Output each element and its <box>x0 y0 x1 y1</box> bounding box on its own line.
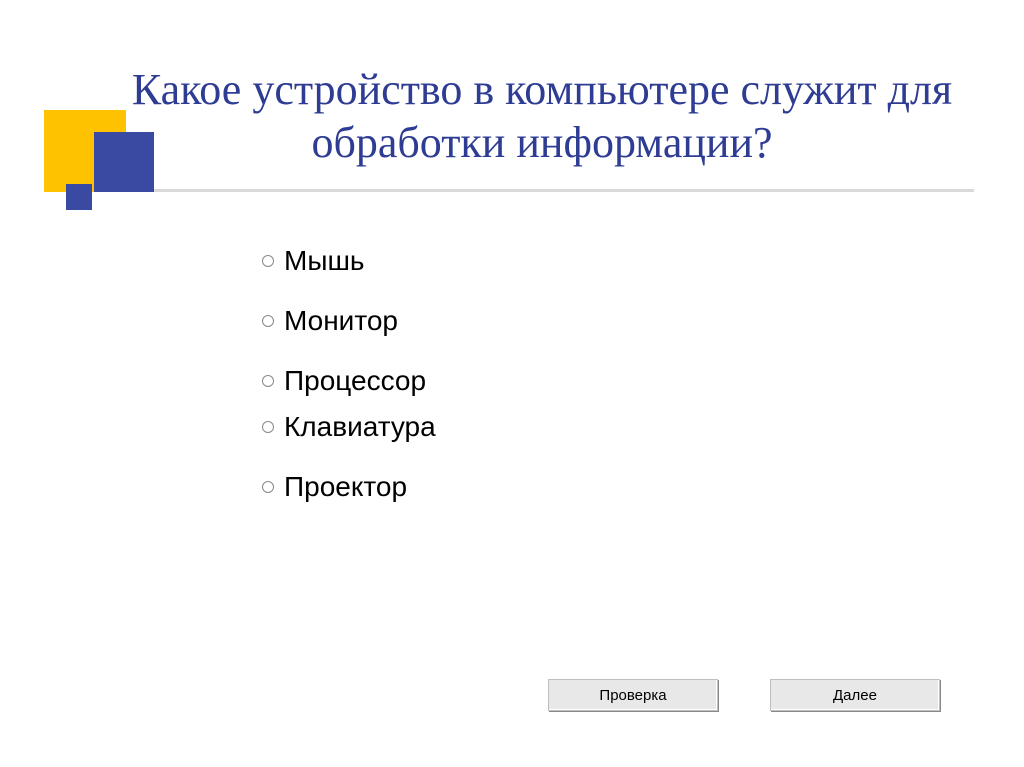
radio-input[interactable] <box>262 421 274 433</box>
radio-input[interactable] <box>262 255 274 267</box>
option-label: Проектор <box>284 471 407 503</box>
option-list: Мышь Монитор Процессор Клавиатура Проект… <box>262 245 762 503</box>
radio-input[interactable] <box>262 375 274 387</box>
slide: Какое устройство в компьютере служит для… <box>0 0 1024 767</box>
option-item[interactable]: Клавиатура <box>262 411 762 443</box>
option-item[interactable]: Монитор <box>262 305 762 337</box>
option-item[interactable]: Мышь <box>262 245 762 277</box>
radio-input[interactable] <box>262 481 274 493</box>
slide-title: Какое устройство в компьютере служит для… <box>120 64 964 170</box>
next-button[interactable]: Далее <box>770 679 940 711</box>
decor-square-blue-small <box>66 184 92 210</box>
option-item[interactable]: Проектор <box>262 471 762 503</box>
check-button[interactable]: Проверка <box>548 679 718 711</box>
title-rule <box>94 189 974 192</box>
option-label: Мышь <box>284 245 365 277</box>
option-label: Процессор <box>284 365 426 397</box>
option-label: Клавиатура <box>284 411 436 443</box>
option-item[interactable]: Процессор <box>262 365 762 397</box>
option-label: Монитор <box>284 305 398 337</box>
radio-input[interactable] <box>262 315 274 327</box>
